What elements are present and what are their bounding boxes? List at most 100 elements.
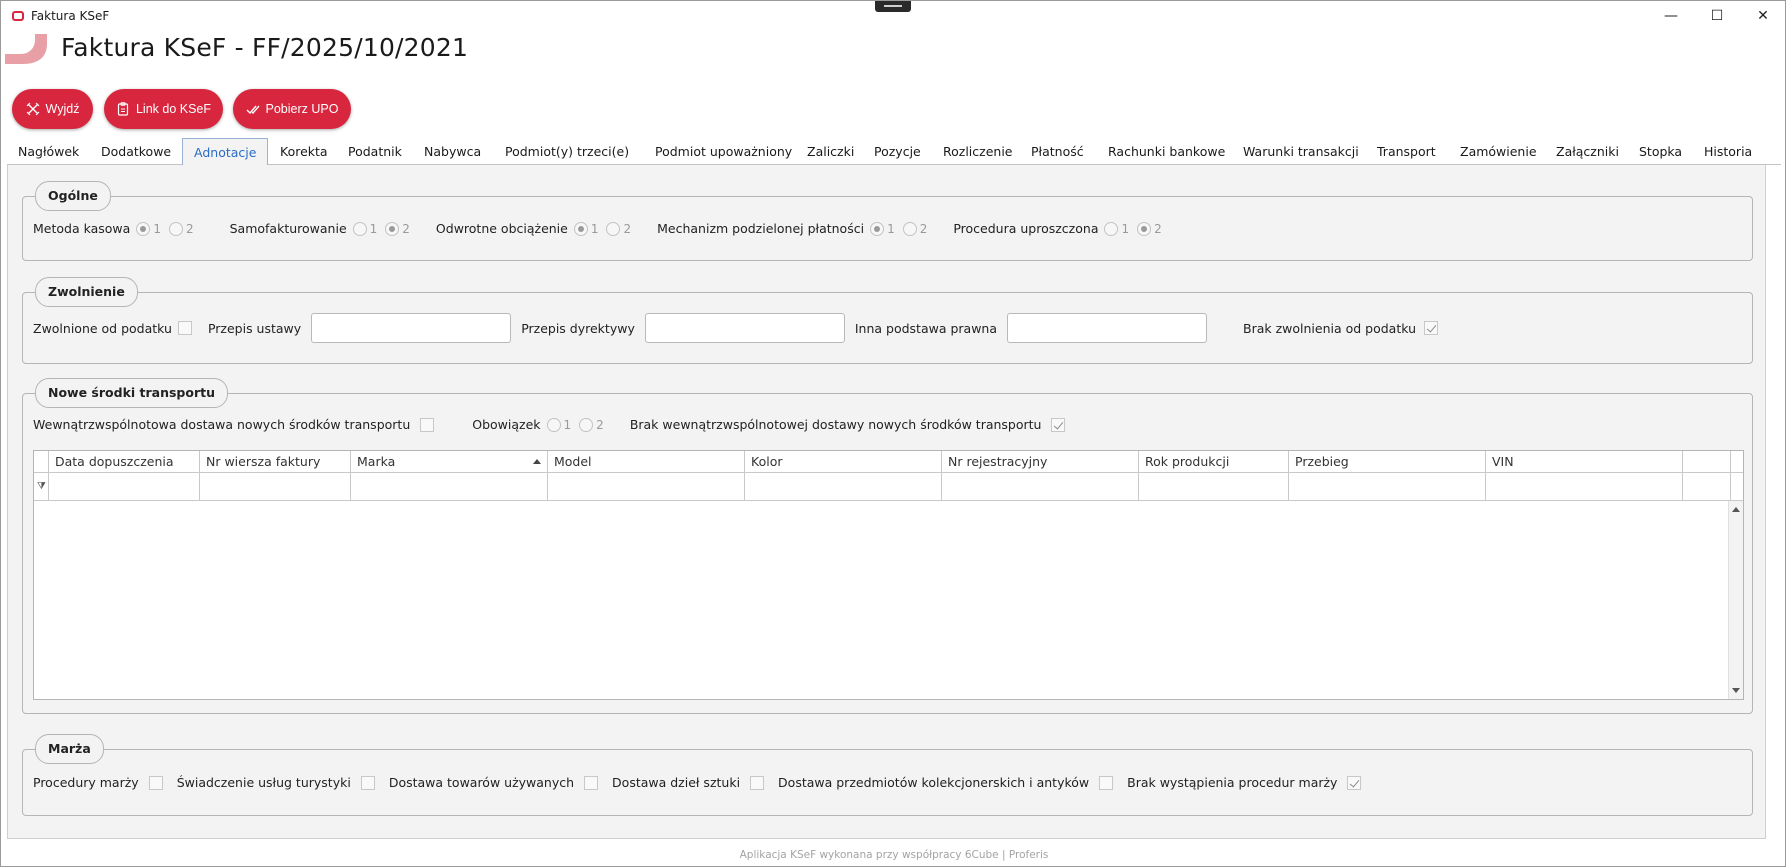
radio-label: 2	[185, 221, 194, 236]
filter-cell[interactable]	[744, 473, 941, 500]
wdt-label: Wewnątrzwspólnotowa dostawa nowych środk…	[33, 417, 411, 432]
samofakturowanie-label: Samofakturowanie	[229, 221, 347, 236]
tab-zamowienie[interactable]: Zamówienie	[1449, 138, 1548, 165]
zwolnione-label: Zwolnione od podatku	[33, 320, 172, 336]
col-kolor[interactable]: Kolor	[744, 451, 941, 472]
download-upo-button[interactable]: Pobierz UPO	[233, 89, 351, 129]
app-icon	[12, 11, 24, 21]
metoda-kasowa-label: Metoda kasowa	[33, 221, 131, 236]
mechanizm-radio-2[interactable]	[902, 221, 917, 236]
procedura-uproszczona-radio-1[interactable]	[1104, 221, 1119, 236]
zwolnione-checkbox[interactable]	[177, 321, 192, 335]
download-upo-button-label: Pobierz UPO	[265, 102, 339, 116]
tab-rachunki-bankowe[interactable]: Rachunki bankowe	[1097, 138, 1236, 165]
tab-rozliczenie[interactable]: Rozliczenie	[932, 138, 1024, 165]
brak-procedur-marzy-checkbox[interactable]	[1347, 775, 1362, 790]
col-przebieg[interactable]: Przebieg	[1288, 451, 1485, 472]
tab-podmioty-trzecie[interactable]: Podmiot(y) trzeci(e)	[494, 138, 640, 165]
tab-dodatkowe[interactable]: Dodatkowe	[90, 138, 182, 165]
group-marza: Marża Procedury marży Świadczenie usług …	[22, 734, 1753, 816]
tab-podmiot-upowazniony[interactable]: Podmiot upoważniony	[644, 138, 803, 165]
col-data-dopuszczenia[interactable]: Data dopuszczenia	[48, 451, 199, 472]
tab-historia[interactable]: Historia	[1693, 138, 1763, 165]
odwrotne-obciazenie-label: Odwrotne obciążenie	[435, 221, 568, 236]
filter-cell[interactable]	[1138, 473, 1288, 500]
group-ogolne-legend: Ogólne	[35, 181, 111, 211]
tab-stopka[interactable]: Stopka	[1628, 138, 1693, 165]
przepis-ustawy-input[interactable]	[311, 313, 512, 343]
tab-pozycje[interactable]: Pozycje	[863, 138, 932, 165]
radio-label: 1	[1121, 221, 1130, 236]
col-marka[interactable]: Marka	[350, 451, 547, 472]
mechanizm-radio-1[interactable]	[870, 221, 885, 236]
vehicles-grid[interactable]: Data dopuszczenia Nr wiersza faktury Mar…	[33, 450, 1744, 700]
close-button[interactable]: ✕	[1740, 1, 1786, 31]
tab-transport[interactable]: Transport	[1366, 138, 1447, 165]
tab-korekta[interactable]: Korekta	[269, 138, 339, 165]
filter-cell[interactable]	[1288, 473, 1485, 500]
tab-zalaczniki[interactable]: Załączniki	[1545, 138, 1630, 165]
grid-vertical-scrollbar[interactable]	[1728, 501, 1743, 699]
procedura-uproszczona-label: Procedura uproszczona	[953, 221, 1099, 236]
odwrotne-obciazenie-radio-1[interactable]	[573, 221, 588, 236]
brak-zwolnienia-label: Brak zwolnienia od podatku	[1243, 320, 1417, 336]
col-nr-rejestracyjny[interactable]: Nr rejestracyjny	[941, 451, 1138, 472]
col-scroll-spacer	[1730, 451, 1745, 472]
title-bar[interactable]: Faktura KSeF — ☐ ✕	[1, 1, 1785, 31]
scroll-down-icon[interactable]	[1732, 688, 1740, 693]
tab-warunki-transakcji[interactable]: Warunki transakcji	[1232, 138, 1370, 165]
obowiazek-radio-2[interactable]	[579, 417, 594, 432]
tab-naglowek[interactable]: Nagłówek	[7, 138, 90, 165]
tab-adnotacje[interactable]: Adnotacje	[182, 138, 269, 166]
filter-cell[interactable]	[48, 473, 199, 500]
col-nr-wiersza[interactable]: Nr wiersza faktury	[199, 451, 350, 472]
drag-handle[interactable]	[875, 1, 911, 12]
group-zwolnienie: Zwolnienie Zwolnione od podatku Przepis …	[22, 277, 1753, 364]
inna-podstawa-input[interactable]	[1007, 313, 1207, 343]
obowiazek-radio-1[interactable]	[546, 417, 561, 432]
minimize-button[interactable]: —	[1648, 1, 1694, 31]
tab-nabywca[interactable]: Nabywca	[413, 138, 492, 165]
filter-cell[interactable]	[199, 473, 350, 500]
brak-zwolnienia-checkbox[interactable]	[1424, 321, 1439, 335]
col-vin[interactable]: VIN	[1485, 451, 1682, 472]
samofakturowanie-radio-1[interactable]	[352, 221, 367, 236]
wdt-checkbox[interactable]	[420, 417, 435, 432]
maximize-button[interactable]: ☐	[1694, 1, 1740, 31]
col-model[interactable]: Model	[547, 451, 744, 472]
marza-row: Procedury marży Świadczenie usług turyst…	[33, 775, 1362, 790]
towary-uzywane-checkbox[interactable]	[584, 775, 599, 790]
filter-cell[interactable]	[1682, 473, 1730, 500]
przedmioty-kolekcjonerskie-label: Dostawa przedmiotów kolekcjonerskich i a…	[778, 775, 1090, 790]
przedmioty-kolekcjonerskie-checkbox[interactable]	[1099, 775, 1114, 790]
brak-wdt-checkbox[interactable]	[1051, 417, 1066, 432]
filter-cell[interactable]	[1485, 473, 1682, 500]
scroll-up-icon[interactable]	[1732, 507, 1740, 512]
dziela-sztuki-checkbox[interactable]	[750, 775, 765, 790]
link-ksef-button-label: Link do KSeF	[135, 102, 212, 116]
metoda-kasowa-radio-2[interactable]	[168, 221, 183, 236]
group-transport-legend: Nowe środki transportu	[35, 378, 229, 408]
tab-platnosc[interactable]: Płatność	[1020, 138, 1095, 165]
procedura-uproszczona-radio-2[interactable]	[1137, 221, 1152, 236]
filter-cell[interactable]	[941, 473, 1138, 500]
tab-podatnik[interactable]: Podatnik	[337, 138, 413, 165]
filter-cell[interactable]	[350, 473, 547, 500]
window-title: Faktura KSeF	[31, 9, 110, 23]
przepis-dyrektywy-input[interactable]	[644, 313, 845, 343]
samofakturowanie-radio-2[interactable]	[385, 221, 400, 236]
odwrotne-obciazenie-radio-2[interactable]	[606, 221, 621, 236]
uslugi-turystyki-checkbox[interactable]	[360, 775, 375, 790]
procedury-marzy-checkbox[interactable]	[148, 775, 163, 790]
link-ksef-button[interactable]: Link do KSeF	[104, 89, 223, 129]
grid-filter-row: ⧩	[34, 473, 1743, 501]
col-rok-produkcji[interactable]: Rok produkcji	[1138, 451, 1288, 472]
metoda-kasowa-radio-1[interactable]	[136, 221, 151, 236]
double-check-icon	[246, 105, 260, 115]
filter-cell[interactable]	[547, 473, 744, 500]
radio-label: 1	[563, 417, 572, 432]
exit-button[interactable]: Wyjdź	[12, 89, 93, 129]
tab-zaliczki[interactable]: Zaliczki	[796, 138, 865, 165]
clipboard-icon	[117, 102, 129, 116]
zwolnienie-row: Zwolnione od podatku Przepis ustawy Prze…	[33, 313, 1439, 343]
